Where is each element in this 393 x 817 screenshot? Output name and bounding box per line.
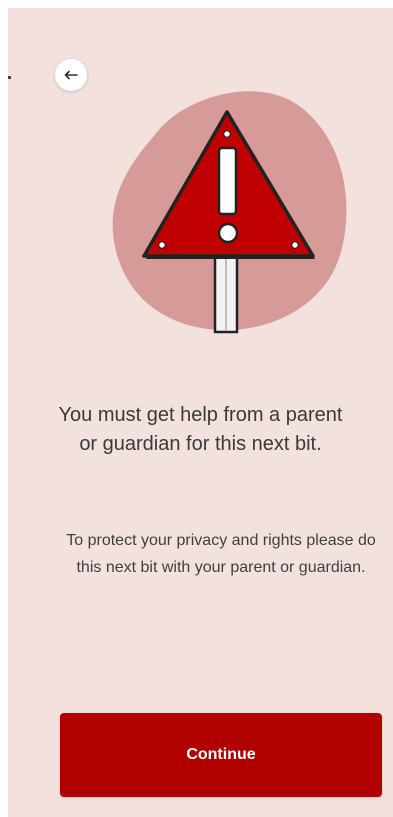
warning-illustration — [92, 78, 362, 348]
description-text: To protect your privacy and rights pleas… — [66, 532, 376, 576]
edge-mark — [8, 76, 11, 79]
back-button[interactable] — [55, 59, 87, 91]
page-title: You must get help from a parent or guard… — [58, 404, 343, 455]
continue-button[interactable]: Continue — [60, 713, 382, 797]
app-screen: You must get help from a parent or guard… — [8, 8, 393, 817]
arrow-left-icon — [64, 70, 78, 80]
